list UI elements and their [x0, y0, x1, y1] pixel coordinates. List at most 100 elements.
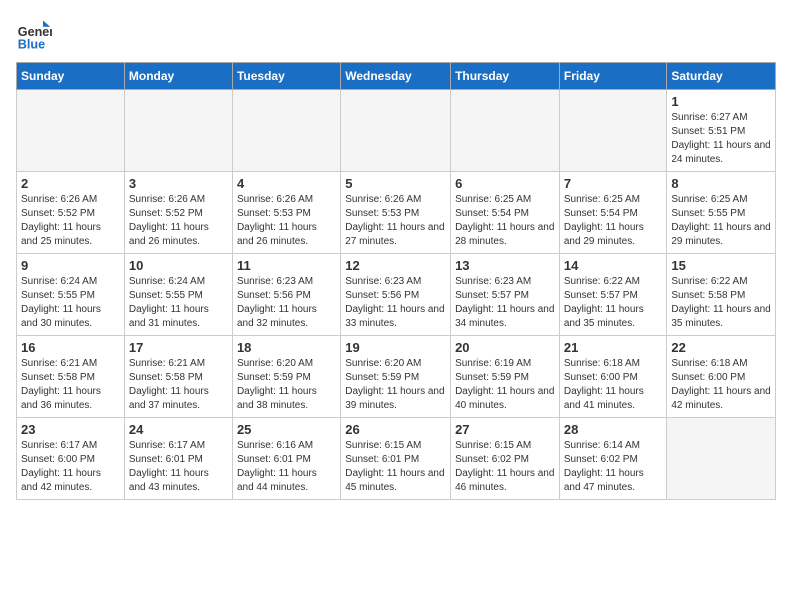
calendar-cell: 13 Sunrise: 6:23 AM Sunset: 5:57 PM Dayli…: [451, 254, 560, 336]
calendar-cell: 12 Sunrise: 6:23 AM Sunset: 5:56 PM Dayli…: [341, 254, 451, 336]
calendar-cell: 19 Sunrise: 6:20 AM Sunset: 5:59 PM Dayli…: [341, 336, 451, 418]
day-info: Sunrise: 6:21 AM Sunset: 5:58 PM Dayligh…: [129, 357, 228, 413]
day-info: Sunrise: 6:25 AM Sunset: 5:54 PM Dayligh…: [455, 193, 555, 249]
day-info: Sunrise: 6:18 AM Sunset: 6:00 PM Dayligh…: [671, 357, 771, 413]
weekday-header: Wednesday: [341, 63, 451, 90]
day-info: Sunrise: 6:22 AM Sunset: 5:58 PM Dayligh…: [671, 275, 771, 331]
calendar-cell: [232, 90, 340, 172]
day-info: Sunrise: 6:16 AM Sunset: 6:01 PM Dayligh…: [237, 439, 336, 495]
day-number: 27: [455, 422, 555, 437]
weekday-header: Sunday: [17, 63, 125, 90]
day-number: 4: [237, 176, 336, 191]
calendar-table: SundayMondayTuesdayWednesdayThursdayFrid…: [16, 62, 776, 500]
weekday-header: Thursday: [451, 63, 560, 90]
calendar-cell: 2 Sunrise: 6:26 AM Sunset: 5:52 PM Daylig…: [17, 172, 125, 254]
calendar-cell: 28 Sunrise: 6:14 AM Sunset: 6:02 PM Dayli…: [559, 418, 667, 500]
day-number: 26: [345, 422, 446, 437]
day-info: Sunrise: 6:15 AM Sunset: 6:01 PM Dayligh…: [345, 439, 446, 495]
calendar-cell: 11 Sunrise: 6:23 AM Sunset: 5:56 PM Dayli…: [232, 254, 340, 336]
calendar-cell: 6 Sunrise: 6:25 AM Sunset: 5:54 PM Daylig…: [451, 172, 560, 254]
day-info: Sunrise: 6:25 AM Sunset: 5:54 PM Dayligh…: [564, 193, 663, 249]
calendar-cell: [451, 90, 560, 172]
day-number: 3: [129, 176, 228, 191]
calendar-cell: 20 Sunrise: 6:19 AM Sunset: 5:59 PM Dayli…: [451, 336, 560, 418]
calendar-cell: 17Sunrise: 6:21 AM Sunset: 5:58 PM Dayli…: [124, 336, 232, 418]
calendar-cell: 22 Sunrise: 6:18 AM Sunset: 6:00 PM Dayli…: [667, 336, 776, 418]
day-info: Sunrise: 6:22 AM Sunset: 5:57 PM Dayligh…: [564, 275, 663, 331]
calendar-cell: [17, 90, 125, 172]
day-number: 14: [564, 258, 663, 273]
day-info: Sunrise: 6:26 AM Sunset: 5:53 PM Dayligh…: [345, 193, 446, 249]
day-info: Sunrise: 6:17 AM Sunset: 6:00 PM Dayligh…: [21, 439, 120, 495]
weekday-header: Monday: [124, 63, 232, 90]
day-number: 25: [237, 422, 336, 437]
day-info: Sunrise: 6:14 AM Sunset: 6:02 PM Dayligh…: [564, 439, 663, 495]
calendar-cell: 25 Sunrise: 6:16 AM Sunset: 6:01 PM Dayli…: [232, 418, 340, 500]
calendar-cell: 1Sunrise: 6:27 AM Sunset: 5:51 PM Daylig…: [667, 90, 776, 172]
day-info: Sunrise: 6:20 AM Sunset: 5:59 PM Dayligh…: [345, 357, 446, 413]
day-info: Sunrise: 6:19 AM Sunset: 5:59 PM Dayligh…: [455, 357, 555, 413]
calendar-cell: 24 Sunrise: 6:17 AM Sunset: 6:01 PM Dayli…: [124, 418, 232, 500]
calendar-cell: 7 Sunrise: 6:25 AM Sunset: 5:54 PM Daylig…: [559, 172, 667, 254]
day-info: Sunrise: 6:15 AM Sunset: 6:02 PM Dayligh…: [455, 439, 555, 495]
calendar-cell: 15 Sunrise: 6:22 AM Sunset: 5:58 PM Dayli…: [667, 254, 776, 336]
day-number: 28: [564, 422, 663, 437]
day-number: 8: [671, 176, 771, 191]
weekday-header: Saturday: [667, 63, 776, 90]
svg-text:Blue: Blue: [18, 37, 45, 51]
day-info: Sunrise: 6:23 AM Sunset: 5:56 PM Dayligh…: [237, 275, 336, 331]
calendar-cell: [559, 90, 667, 172]
calendar-cell: 21 Sunrise: 6:18 AM Sunset: 6:00 PM Dayli…: [559, 336, 667, 418]
logo-icon: General Blue: [16, 16, 52, 52]
day-number: 18: [237, 340, 336, 355]
day-info: Sunrise: 6:24 AM Sunset: 5:55 PM Dayligh…: [129, 275, 228, 331]
calendar-cell: 18 Sunrise: 6:20 AM Sunset: 5:59 PM Dayli…: [232, 336, 340, 418]
day-info: Sunrise: 6:26 AM Sunset: 5:52 PM Dayligh…: [21, 193, 120, 249]
day-number: 10: [129, 258, 228, 273]
day-info: Sunrise: 6:17 AM Sunset: 6:01 PM Dayligh…: [129, 439, 228, 495]
day-info: Sunrise: 6:24 AM Sunset: 5:55 PM Dayligh…: [21, 275, 120, 331]
logo: General Blue: [16, 16, 56, 52]
day-number: 12: [345, 258, 446, 273]
calendar-cell: 27 Sunrise: 6:15 AM Sunset: 6:02 PM Dayli…: [451, 418, 560, 500]
day-number: 9: [21, 258, 120, 273]
calendar-cell: 14 Sunrise: 6:22 AM Sunset: 5:57 PM Dayli…: [559, 254, 667, 336]
day-info: Sunrise: 6:26 AM Sunset: 5:53 PM Dayligh…: [237, 193, 336, 249]
calendar-cell: [124, 90, 232, 172]
calendar-cell: 5 Sunrise: 6:26 AM Sunset: 5:53 PM Daylig…: [341, 172, 451, 254]
day-number: 6: [455, 176, 555, 191]
day-number: 20: [455, 340, 555, 355]
day-number: 24: [129, 422, 228, 437]
day-number: 7: [564, 176, 663, 191]
calendar-cell: [667, 418, 776, 500]
day-number: 15: [671, 258, 771, 273]
day-number: 2: [21, 176, 120, 191]
day-info: Sunrise: 6:26 AM Sunset: 5:52 PM Dayligh…: [129, 193, 228, 249]
day-info: Sunrise: 6:23 AM Sunset: 5:57 PM Dayligh…: [455, 275, 555, 331]
calendar-cell: [341, 90, 451, 172]
day-number: 16: [21, 340, 120, 355]
day-info: Sunrise: 6:21 AM Sunset: 5:58 PM Dayligh…: [21, 357, 120, 413]
calendar-cell: 26 Sunrise: 6:15 AM Sunset: 6:01 PM Dayli…: [341, 418, 451, 500]
calendar-cell: 9 Sunrise: 6:24 AM Sunset: 5:55 PM Daylig…: [17, 254, 125, 336]
day-number: 13: [455, 258, 555, 273]
day-number: 22: [671, 340, 771, 355]
day-number: 5: [345, 176, 446, 191]
weekday-header: Tuesday: [232, 63, 340, 90]
day-info: Sunrise: 6:27 AM Sunset: 5:51 PM Dayligh…: [671, 111, 771, 167]
calendar-cell: 8 Sunrise: 6:25 AM Sunset: 5:55 PM Daylig…: [667, 172, 776, 254]
day-info: Sunrise: 6:23 AM Sunset: 5:56 PM Dayligh…: [345, 275, 446, 331]
day-number: 23: [21, 422, 120, 437]
calendar-cell: 4 Sunrise: 6:26 AM Sunset: 5:53 PM Daylig…: [232, 172, 340, 254]
day-info: Sunrise: 6:20 AM Sunset: 5:59 PM Dayligh…: [237, 357, 336, 413]
day-info: Sunrise: 6:18 AM Sunset: 6:00 PM Dayligh…: [564, 357, 663, 413]
day-number: 21: [564, 340, 663, 355]
calendar-cell: 23 Sunrise: 6:17 AM Sunset: 6:00 PM Dayli…: [17, 418, 125, 500]
page-header: General Blue: [16, 16, 776, 52]
day-number: 19: [345, 340, 446, 355]
weekday-header: Friday: [559, 63, 667, 90]
day-info: Sunrise: 6:25 AM Sunset: 5:55 PM Dayligh…: [671, 193, 771, 249]
calendar-cell: 16 Sunrise: 6:21 AM Sunset: 5:58 PM Dayli…: [17, 336, 125, 418]
calendar-cell: 3 Sunrise: 6:26 AM Sunset: 5:52 PM Daylig…: [124, 172, 232, 254]
day-number: 11: [237, 258, 336, 273]
